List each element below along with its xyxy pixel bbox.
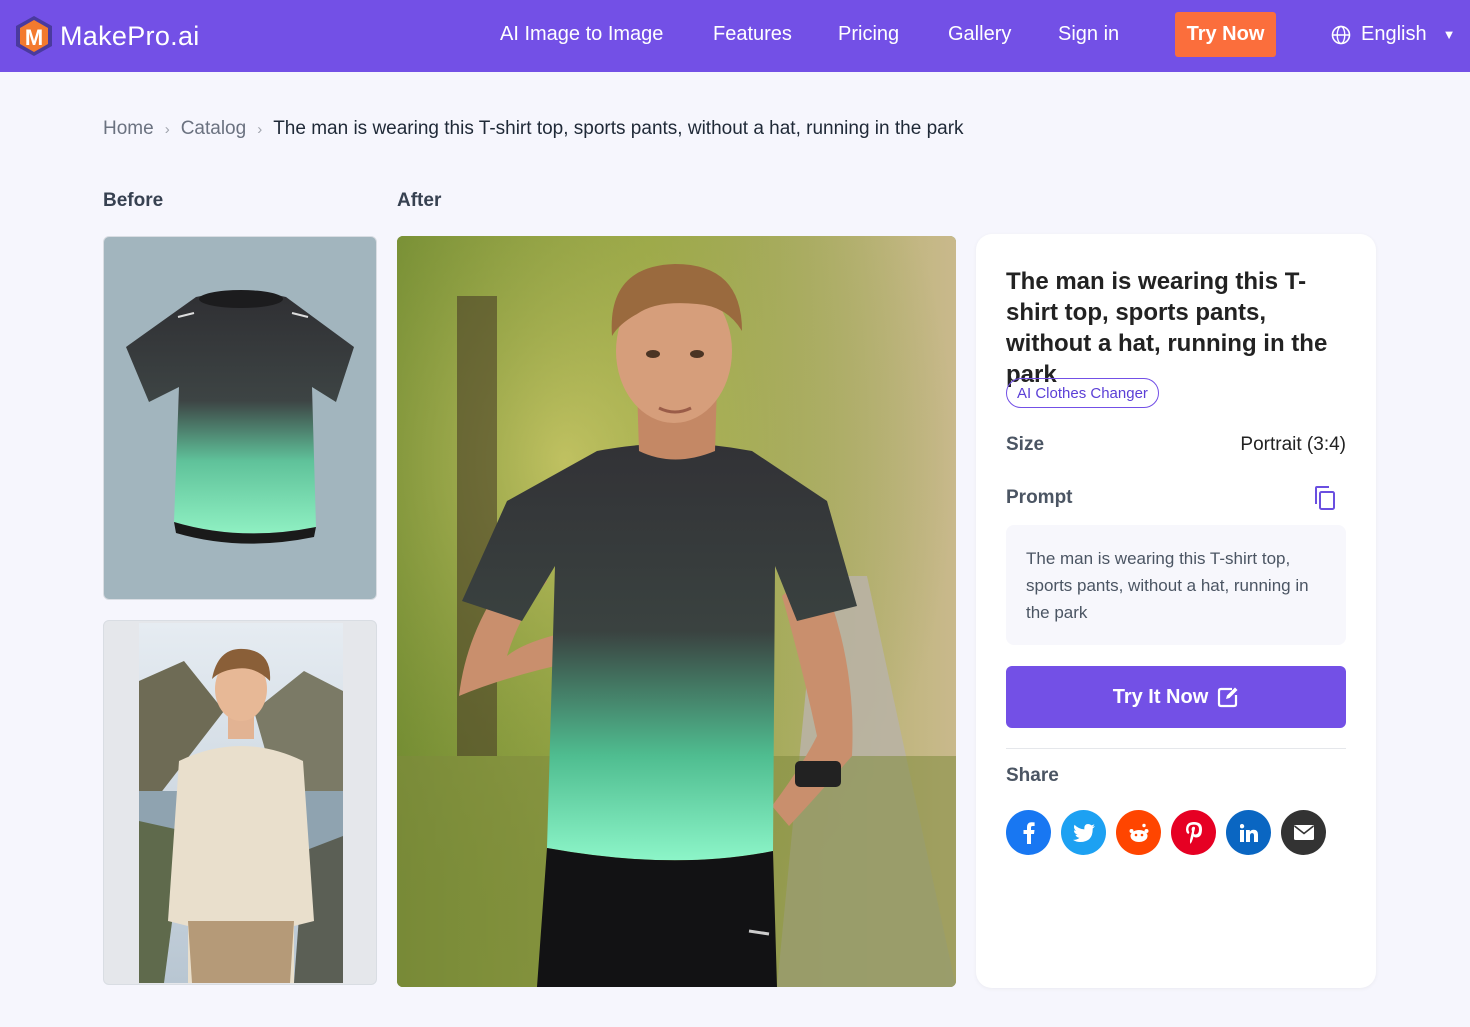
twitter-icon[interactable]	[1061, 810, 1106, 855]
brand-logo[interactable]: M MakePro.ai	[14, 14, 200, 58]
share-label: Share	[1006, 765, 1059, 786]
detail-card: The man is wearing this T-shirt top, spo…	[976, 234, 1376, 988]
try-it-now-button[interactable]: Try It Now	[1006, 666, 1346, 728]
breadcrumb-catalog[interactable]: Catalog	[181, 118, 247, 140]
language-label: English	[1361, 23, 1427, 45]
prompt-label: Prompt	[1006, 487, 1073, 508]
chevron-right-icon: ›	[164, 120, 170, 138]
after-label: After	[397, 190, 442, 211]
try-now-button[interactable]: Try Now	[1175, 12, 1276, 57]
breadcrumb-home[interactable]: Home	[103, 118, 154, 140]
size-value: Portrait (3:4)	[1240, 434, 1346, 455]
copy-icon[interactable]	[1313, 485, 1337, 516]
brand-name: MakePro.ai	[60, 20, 200, 51]
facebook-icon[interactable]	[1006, 810, 1051, 855]
divider	[1006, 748, 1346, 749]
svg-text:M: M	[25, 25, 43, 50]
try-it-now-label: Try It Now	[1112, 685, 1209, 708]
pinterest-icon[interactable]	[1171, 810, 1216, 855]
nav-link-sign-in[interactable]: Sign in	[1058, 23, 1119, 46]
language-selector[interactable]: English ▼	[1331, 23, 1455, 46]
nav-link-features[interactable]: Features	[713, 23, 792, 46]
category-tag[interactable]: AI Clothes Changer	[1006, 378, 1159, 408]
share-buttons	[1006, 810, 1336, 855]
logo-mark-icon: M	[14, 15, 54, 57]
before-image-tshirt[interactable]	[103, 236, 377, 600]
breadcrumb: Home › Catalog › The man is wearing this…	[103, 118, 964, 140]
nav-link-pricing[interactable]: Pricing	[838, 23, 899, 46]
linkedin-icon[interactable]	[1226, 810, 1271, 855]
chevron-down-icon: ▼	[1442, 27, 1456, 42]
prompt-text: The man is wearing this T-shirt top, spo…	[1006, 525, 1346, 645]
top-navbar: M MakePro.ai AI Image to Image Features …	[0, 0, 1470, 72]
size-label: Size	[1006, 434, 1045, 455]
edit-icon	[1218, 687, 1238, 708]
globe-icon	[1331, 25, 1351, 44]
email-icon[interactable]	[1281, 810, 1326, 855]
before-label: Before	[103, 190, 164, 211]
breadcrumb-current: The man is wearing this T-shirt top, spo…	[273, 118, 964, 139]
chevron-right-icon: ›	[257, 120, 263, 138]
nav-link-ai-image-to-image[interactable]: AI Image to Image	[500, 23, 663, 46]
after-image-result[interactable]	[397, 236, 956, 987]
nav-link-gallery[interactable]: Gallery	[948, 23, 1011, 46]
reddit-icon[interactable]	[1116, 810, 1161, 855]
detail-title: The man is wearing this T-shirt top, spo…	[1006, 268, 1328, 388]
before-image-person[interactable]	[103, 620, 377, 985]
